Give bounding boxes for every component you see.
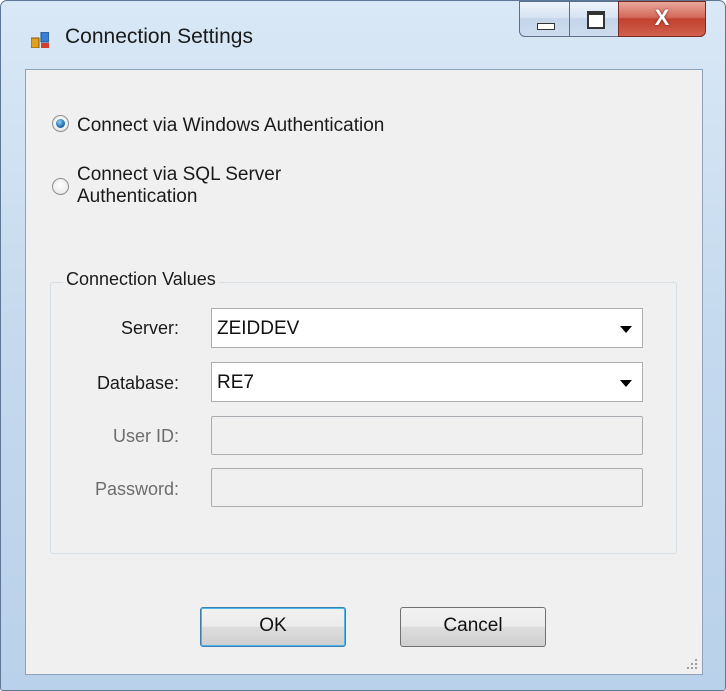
userid-field[interactable]: [211, 416, 643, 455]
radio-windows-auth[interactable]: Connect via Windows Authentication: [52, 115, 384, 137]
userid-label: User ID:: [112, 426, 179, 446]
radio-sql-auth[interactable]: Connect via SQL Server Authentication: [52, 164, 281, 208]
database-value: RE7: [217, 372, 254, 393]
password-label: Password:: [94, 479, 179, 499]
title-bar[interactable]: Connection Settings X: [1, 1, 725, 69]
database-label: Database:: [96, 373, 179, 393]
group-caption: Connection Values: [63, 269, 219, 290]
window-title: Connection Settings: [65, 25, 253, 48]
server-value: ZEIDDEV: [217, 318, 300, 339]
close-icon: X: [654, 5, 670, 30]
connection-settings-window: Connection Settings X Connect via Window…: [0, 0, 726, 691]
radio-sql-auth-label: Connect via SQL Server Authentication: [77, 164, 281, 208]
minimize-icon: [537, 23, 555, 30]
cancel-button[interactable]: Cancel: [400, 607, 546, 647]
maximize-icon: [587, 11, 605, 29]
radio-sql-auth-label-line2: Authentication: [77, 186, 198, 207]
connection-values-group: Connection Values Server: ZEIDDEV Databa…: [50, 269, 677, 554]
database-combobox[interactable]: RE7: [211, 362, 643, 402]
server-combobox[interactable]: ZEIDDEV: [211, 308, 643, 348]
chevron-down-icon[interactable]: [620, 326, 632, 333]
password-field[interactable]: [211, 468, 643, 507]
radio-sql-auth-label-line1: Connect via SQL Server: [77, 164, 282, 185]
radio-button-checked[interactable]: [52, 115, 69, 132]
maximize-button[interactable]: [569, 1, 619, 37]
minimize-button[interactable]: [519, 1, 570, 37]
dialog-client-area: Connect via Windows Authentication Conne…: [25, 69, 703, 675]
radio-button-unchecked[interactable]: [52, 178, 69, 195]
radio-windows-auth-label: Connect via Windows Authentication: [77, 115, 385, 136]
resize-grip-icon[interactable]: [686, 658, 698, 670]
server-label: Server:: [120, 318, 179, 338]
chevron-down-icon[interactable]: [620, 380, 632, 387]
ok-button[interactable]: OK: [200, 607, 346, 647]
close-button[interactable]: X: [618, 1, 706, 37]
app-icon: [31, 32, 49, 48]
